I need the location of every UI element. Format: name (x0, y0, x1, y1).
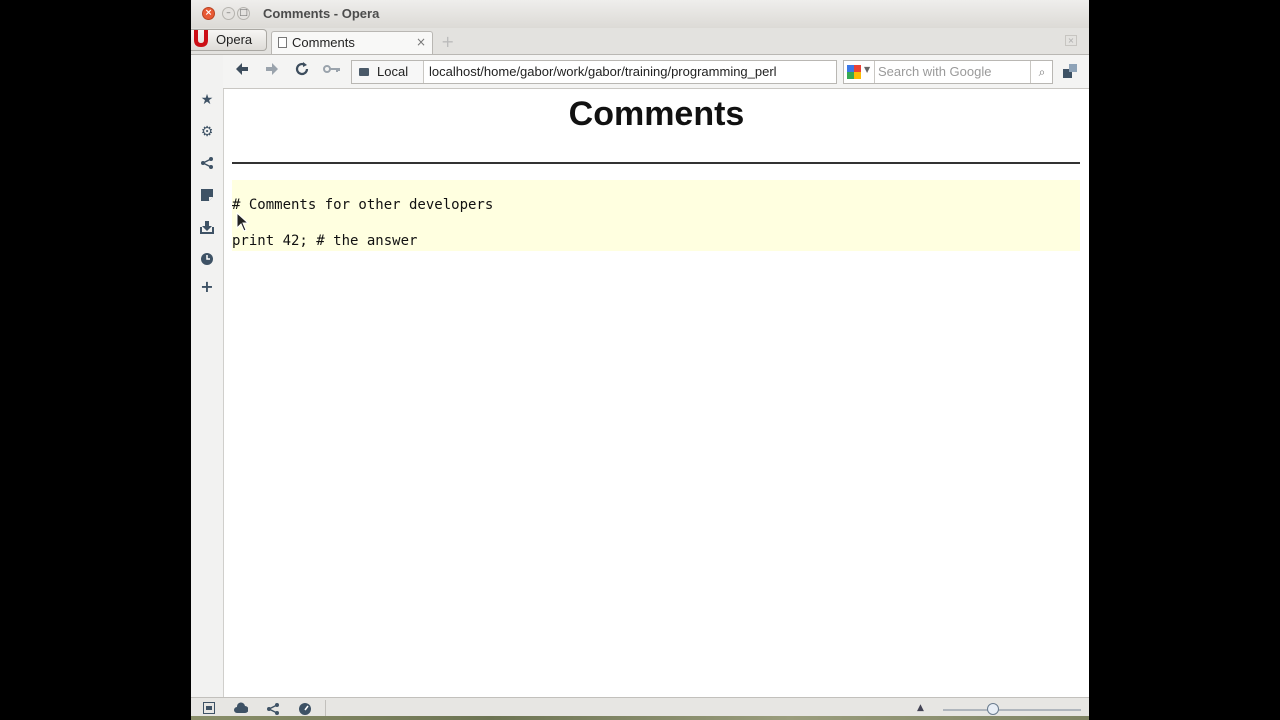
add-panel-icon[interactable]: + (199, 279, 215, 295)
panel-sidebar: ★ ⚙ + (191, 55, 224, 698)
navigation-toolbar: Local localhost/home/gabor/work/gabor/tr… (223, 55, 1089, 89)
code-block: # Comments for other developers print 42… (232, 180, 1080, 251)
page-icon (278, 37, 287, 48)
downloads-icon[interactable] (199, 220, 215, 236)
address-bar[interactable]: Local localhost/home/gabor/work/gabor/tr… (351, 60, 837, 84)
search-input[interactable]: Search with Google (878, 64, 1028, 79)
notes-icon[interactable] (199, 188, 215, 204)
zoom-slider[interactable] (943, 709, 1081, 711)
forward-icon[interactable] (264, 61, 280, 81)
title-bar: × – □ Comments - Opera (191, 0, 1089, 29)
tab-bar: Opera Comments × + × (191, 28, 1089, 55)
cloud-icon[interactable] (234, 702, 249, 716)
new-tab-icon[interactable]: + (441, 32, 454, 51)
reload-icon[interactable] (294, 61, 310, 81)
search-box[interactable]: ▼ Search with Google ⌕ (843, 60, 1053, 84)
window-minimize-button[interactable]: – (222, 7, 235, 20)
page-heading: Comments (568, 95, 745, 133)
opera-menu-label: Opera (216, 32, 253, 47)
opera-logo-icon (193, 30, 209, 48)
window-maximize-button[interactable]: □ (237, 7, 250, 20)
chevron-down-icon: ▼ (864, 65, 871, 74)
chevron-up-icon[interactable]: ▲ (917, 703, 924, 713)
tab-label: Comments (292, 35, 355, 50)
google-icon (847, 65, 861, 79)
computer-icon (359, 68, 369, 76)
bookmarks-icon[interactable]: ★ (199, 92, 215, 108)
search-icon[interactable]: ⌕ (1030, 61, 1053, 83)
address-input[interactable]: localhost/home/gabor/work/gabor/training… (429, 64, 834, 79)
extensions-icon[interactable] (1063, 63, 1077, 78)
unite-icon[interactable] (199, 156, 215, 172)
window-close-button[interactable]: × (202, 7, 215, 20)
unite-icon[interactable] (266, 702, 280, 716)
tab-comments[interactable]: Comments × (271, 31, 433, 54)
history-icon[interactable] (199, 252, 215, 268)
wand-key-icon[interactable] (323, 61, 341, 81)
window-title: Comments - Opera (263, 6, 380, 21)
tab-close-icon[interactable]: × (416, 35, 426, 49)
code-line: print 42; # the answer (232, 233, 418, 249)
zoom-slider-thumb[interactable] (987, 703, 999, 715)
desktop-background (191, 716, 1089, 720)
settings-icon[interactable]: ⚙ (199, 124, 215, 140)
mouse-pointer-icon (236, 211, 250, 232)
address-security-badge[interactable]: Local (352, 61, 424, 83)
back-icon[interactable] (234, 61, 250, 81)
browser-window: × – □ Comments - Opera Opera Comments × … (191, 0, 1089, 720)
address-badge-label: Local (377, 64, 409, 79)
horizontal-rule (232, 162, 1080, 164)
page-content: Comments # Comments for other developers… (224, 89, 1089, 697)
panel-toggle-icon[interactable] (202, 702, 216, 716)
code-line: # Comments for other developers (232, 197, 494, 213)
turbo-icon[interactable] (298, 702, 312, 716)
search-engine-selector[interactable]: ▼ (844, 61, 875, 83)
closed-tabs-icon[interactable]: × (1065, 35, 1077, 46)
opera-menu-button[interactable]: Opera (191, 29, 267, 51)
